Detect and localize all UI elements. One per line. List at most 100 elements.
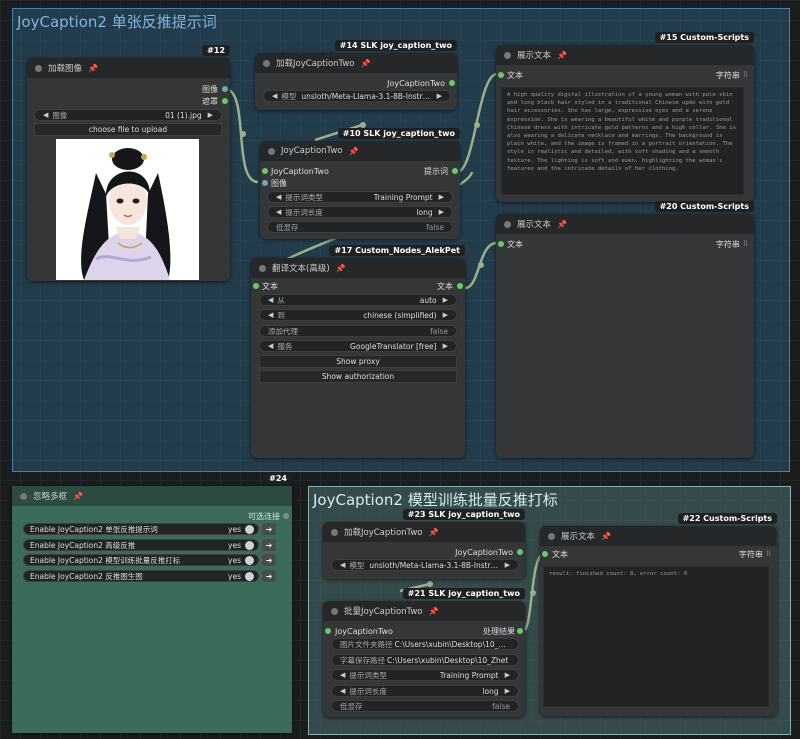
arrow-right-icon[interactable]: ▶: [208, 111, 213, 119]
prompt-length-select[interactable]: ◀ 提示词长度 long ▶: [331, 685, 519, 697]
node-joycaption-loader-batch[interactable]: #23 SLK joy_caption_two 加载JoyCaptionTwo 📌…: [323, 509, 525, 579]
go-arrow-icon[interactable]: ➜: [262, 523, 276, 535]
output-joycaption: JoyCaptionTwo: [455, 547, 513, 557]
toggle-knob[interactable]: [245, 571, 254, 581]
collapse-dot[interactable]: [548, 532, 555, 540]
model-select[interactable]: ◀ 模型 unsloth/Meta-Llama-3.1-8B-Instruct.…: [263, 90, 451, 102]
output-slot[interactable]: [517, 549, 523, 555]
arrow-right-icon[interactable]: ▶: [439, 193, 444, 201]
toggle-knob[interactable]: [245, 555, 254, 565]
node-title: 加载JoyCaptionTwo: [276, 59, 355, 69]
output-image-slot[interactable]: [222, 86, 228, 92]
collapse-dot[interactable]: [263, 59, 270, 67]
node-batch-joycaption[interactable]: #21 SLK joy_caption_two 批量JoyCaptionTwo 📌…: [323, 588, 525, 717]
collapse-dot[interactable]: [259, 264, 266, 272]
node-title: 展示文本: [517, 51, 552, 61]
caption-save-path-input[interactable]: 字幕保存路径 C:\Users\xubin\Desktop\10_Zhet: [331, 654, 519, 666]
node-show-text-22[interactable]: #22 Custom-Scripts 展示文本 📌 文本 字符串 ⠿ result:…: [540, 513, 777, 716]
arrow-left-icon[interactable]: ◀: [276, 208, 281, 216]
node-load-image[interactable]: #12 加载图像 📌 图像 遮罩 ◀ 图像 01 (1).jpg ▶ choose…: [27, 45, 230, 281]
arrow-right-icon[interactable]: ▶: [505, 671, 510, 679]
image-select[interactable]: ◀ 图像 01 (1).jpg ▶: [34, 109, 222, 121]
output-string: 字符串 ⠿: [715, 239, 748, 249]
collapse-dot[interactable]: [331, 528, 338, 536]
node-title: 忽略多框: [33, 492, 68, 502]
low-vram-toggle[interactable]: 低显存 false: [267, 221, 453, 233]
input-image-slot[interactable]: [262, 180, 268, 186]
go-arrow-icon[interactable]: ➜: [262, 554, 276, 566]
output-slot[interactable]: [283, 513, 289, 519]
node-title: 展示文本: [561, 532, 596, 542]
prompt-type-select[interactable]: ◀ 提示词类型 Training Prompt ▶: [267, 191, 453, 203]
input-text-slot[interactable]: [498, 241, 504, 247]
toggle-knob[interactable]: [245, 540, 254, 550]
output-mask-slot[interactable]: [222, 98, 228, 104]
node-title: 批量JoyCaptionTwo: [344, 607, 423, 617]
prompt-type-select[interactable]: ◀ 提示词类型 Training Prompt ▶: [331, 669, 519, 681]
node-translate-advanced[interactable]: #17 Custom_Nodes_AlekPet 翻译文本(高级) 📌 文本 文本…: [251, 245, 465, 458]
arrow-right-icon[interactable]: ▶: [505, 687, 510, 695]
collapse-dot[interactable]: [504, 220, 511, 228]
bypass-row[interactable]: Enable JoyCaption2 模型训练批量反推打标 yes ➜: [23, 554, 276, 566]
low-vram-toggle[interactable]: 低显存 false: [331, 700, 519, 712]
text-display[interactable]: result: finished count: 8, error count: …: [543, 566, 769, 707]
link-dot: [478, 262, 484, 268]
arrow-left-icon[interactable]: ◀: [340, 671, 345, 679]
arrow-right-icon[interactable]: ▶: [443, 296, 448, 304]
service-select[interactable]: ◀ 服务 GoogleTranslator [free] ▶: [259, 340, 457, 352]
arrow-right-icon[interactable]: ▶: [505, 561, 510, 569]
bypass-row[interactable]: Enable JoyCaption2 高级反推 yes ➜: [23, 539, 276, 551]
arrow-right-icon[interactable]: ▶: [443, 342, 448, 350]
arrow-left-icon[interactable]: ◀: [272, 92, 277, 100]
add-proxy-toggle[interactable]: 添加代理 false: [259, 325, 457, 337]
toggle-knob[interactable]: [245, 524, 254, 534]
output-slot[interactable]: [449, 80, 455, 86]
bypass-row[interactable]: Enable JoyCaption2 单张反推提示词 yes ➜: [23, 523, 276, 535]
output-slot[interactable]: [457, 283, 463, 289]
go-arrow-icon[interactable]: ➜: [262, 539, 276, 551]
arrow-right-icon[interactable]: ▶: [439, 208, 444, 216]
node-bypasser[interactable]: #24 忽略多框 📌 可选连接 Enable JoyCaption2 单张反推提示…: [12, 473, 292, 733]
from-language-select[interactable]: ◀ 从 auto ▶: [259, 294, 457, 306]
arrow-right-icon[interactable]: ▶: [437, 92, 442, 100]
node-joycaption[interactable]: #10 SLK joy_caption_two JoyCaptionTwo 📌 J…: [260, 128, 460, 239]
arrow-left-icon[interactable]: ◀: [268, 342, 273, 350]
collapse-dot[interactable]: [35, 64, 42, 72]
collapse-dot[interactable]: [268, 147, 275, 155]
arrow-left-icon[interactable]: ◀: [340, 561, 345, 569]
input-text-slot[interactable]: [253, 283, 259, 289]
input-model-slot[interactable]: [262, 168, 268, 174]
input-text-slot[interactable]: [498, 72, 504, 78]
show-proxy-button[interactable]: Show proxy: [259, 355, 457, 368]
model-select[interactable]: ◀ 模型 unsloth/Meta-Llama-3.1-8B-Instruct.…: [331, 559, 519, 571]
go-arrow-icon[interactable]: ➜: [262, 570, 276, 582]
text-display[interactable]: A high quality digital illustration of a…: [501, 87, 744, 195]
input-text-slot[interactable]: [542, 551, 548, 557]
prompt-length-select[interactable]: ◀ 提示词长度 long ▶: [267, 206, 453, 218]
collapse-dot[interactable]: [20, 492, 27, 500]
link-dot: [530, 590, 536, 596]
input-image: 图像: [271, 178, 287, 188]
upload-button[interactable]: choose file to upload: [34, 123, 222, 136]
arrow-right-icon[interactable]: ▶: [443, 311, 448, 319]
output-slot[interactable]: [517, 628, 523, 634]
node-badge: #17 Custom_Nodes_AlekPet: [329, 245, 465, 256]
arrow-left-icon[interactable]: ◀: [276, 193, 281, 201]
to-language-select[interactable]: ◀ 到 chinese (simplified) ▶: [259, 309, 457, 321]
output-slot[interactable]: [452, 168, 458, 174]
collapse-dot[interactable]: [504, 51, 511, 59]
arrow-left-icon[interactable]: ◀: [340, 687, 345, 695]
bypass-row[interactable]: Enable JoyCaption2 反推图生图 yes ➜: [23, 570, 276, 582]
arrow-left-icon[interactable]: ◀: [43, 111, 48, 119]
node-joycaption-loader[interactable]: #14 SLK joy_caption_two 加载JoyCaptionTwo 📌…: [255, 40, 457, 110]
node-show-text-15[interactable]: #15 Custom-Scripts 展示文本 📌 文本 字符串 ⠿ A high …: [496, 32, 754, 202]
output-string: 字符串 ⠿: [715, 70, 748, 80]
arrow-left-icon[interactable]: ◀: [268, 296, 273, 304]
node-show-text-20[interactable]: #20 Custom-Scripts 展示文本 📌 文本 字符串 ⠿: [496, 201, 754, 458]
collapse-dot[interactable]: [331, 607, 338, 615]
input-model-slot[interactable]: [325, 628, 331, 634]
image-folder-input[interactable]: 图片文件夹路径 C:\Users\xubin\Desktop\10_Zhet: [331, 638, 519, 650]
show-authorization-button[interactable]: Show authorization: [259, 370, 457, 383]
pin-icon: 📌: [601, 531, 611, 541]
arrow-left-icon[interactable]: ◀: [268, 311, 273, 319]
